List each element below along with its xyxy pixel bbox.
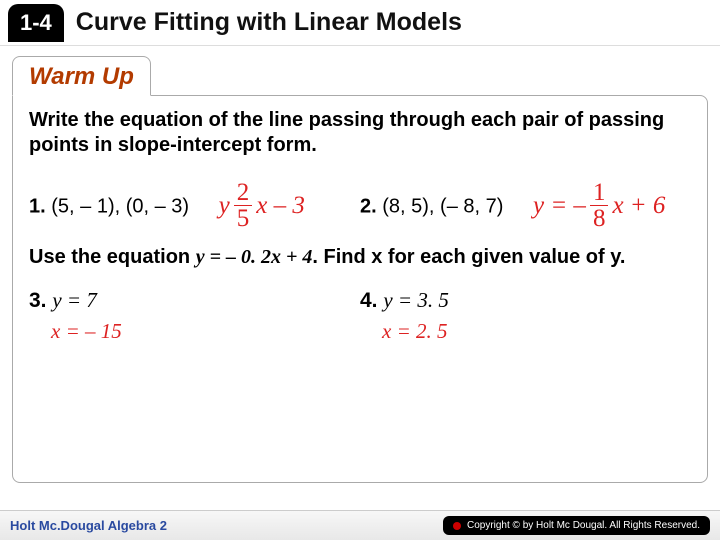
copyright-text: Copyright © by Holt Mc Dougal. All Right… <box>467 520 700 531</box>
slide-header: 1-4 Curve Fitting with Linear Models <box>0 0 720 46</box>
fraction-num: 2 <box>234 180 253 206</box>
problem-2-label: 2. <box>360 196 377 218</box>
problem-4-label: 4. <box>360 289 378 312</box>
answer-tail: x + 6 <box>612 192 665 220</box>
instructions-2: Use the equation y = – 0. 2x + 4. Find x… <box>29 245 691 270</box>
problem-1-label: 1. <box>29 196 46 218</box>
problem-3-answer: x = – 15 <box>51 319 360 344</box>
publisher-logo-icon <box>453 522 461 530</box>
problem-1-answer: y 2 5 x – 3 <box>219 180 305 231</box>
instr2-post: . Find x for each given value of y. <box>312 246 625 268</box>
problem-3-label: 3. <box>29 289 47 312</box>
problem-2-points: (8, 5), (– 8, 7) <box>382 196 503 218</box>
answer-y-var: y <box>219 192 230 220</box>
problem-2: 2. (8, 5), (– 8, 7) y = – 1 8 x + 6 <box>360 176 691 239</box>
fraction-num: 1 <box>590 180 609 206</box>
instr2-equation: y = – 0. 2x + 4 <box>196 246 313 268</box>
answer-pre: y = – <box>533 192 586 220</box>
chapter-tab: 1-4 <box>8 4 64 42</box>
warm-up-tab: Warm Up <box>12 56 151 96</box>
fraction-den: 5 <box>234 206 253 231</box>
problem-3-given: y = 7 <box>52 288 97 312</box>
fraction-den: 8 <box>590 206 609 231</box>
book-title: Holt Mc.Dougal Algebra 2 <box>10 518 167 533</box>
problem-4-answer: x = 2. 5 <box>382 319 691 344</box>
fraction: 2 5 <box>234 180 253 231</box>
section-tab-bar: Warm Up <box>12 56 708 96</box>
instr2-pre: Use the equation <box>29 246 196 268</box>
problem-4-given: y = 3. 5 <box>383 288 449 312</box>
problem-4: 4. y = 3. 5 x = 2. 5 <box>360 288 691 344</box>
problem-3: 3. y = 7 x = – 15 <box>29 288 360 344</box>
copyright-badge: Copyright © by Holt Mc Dougal. All Right… <box>443 516 710 535</box>
content-panel: Write the equation of the line passing t… <box>12 95 708 483</box>
fraction: 1 8 <box>590 180 609 231</box>
instructions-1: Write the equation of the line passing t… <box>29 108 691 158</box>
problem-1-points: (5, – 1), (0, – 3) <box>51 196 189 218</box>
problems-row-2: 3. y = 7 x = – 15 4. y = 3. 5 x = 2. 5 <box>29 288 691 344</box>
answer-tail: x – 3 <box>256 192 305 220</box>
problem-2-answer: y = – 1 8 x + 6 <box>533 180 665 231</box>
slide-title: Curve Fitting with Linear Models <box>76 8 462 37</box>
slide-footer: Holt Mc.Dougal Algebra 2 Copyright © by … <box>0 510 720 540</box>
problems-row-1: 1. (5, – 1), (0, – 3) y 2 5 x – 3 2. (8,… <box>29 176 691 239</box>
problem-1: 1. (5, – 1), (0, – 3) y 2 5 x – 3 <box>29 176 360 239</box>
